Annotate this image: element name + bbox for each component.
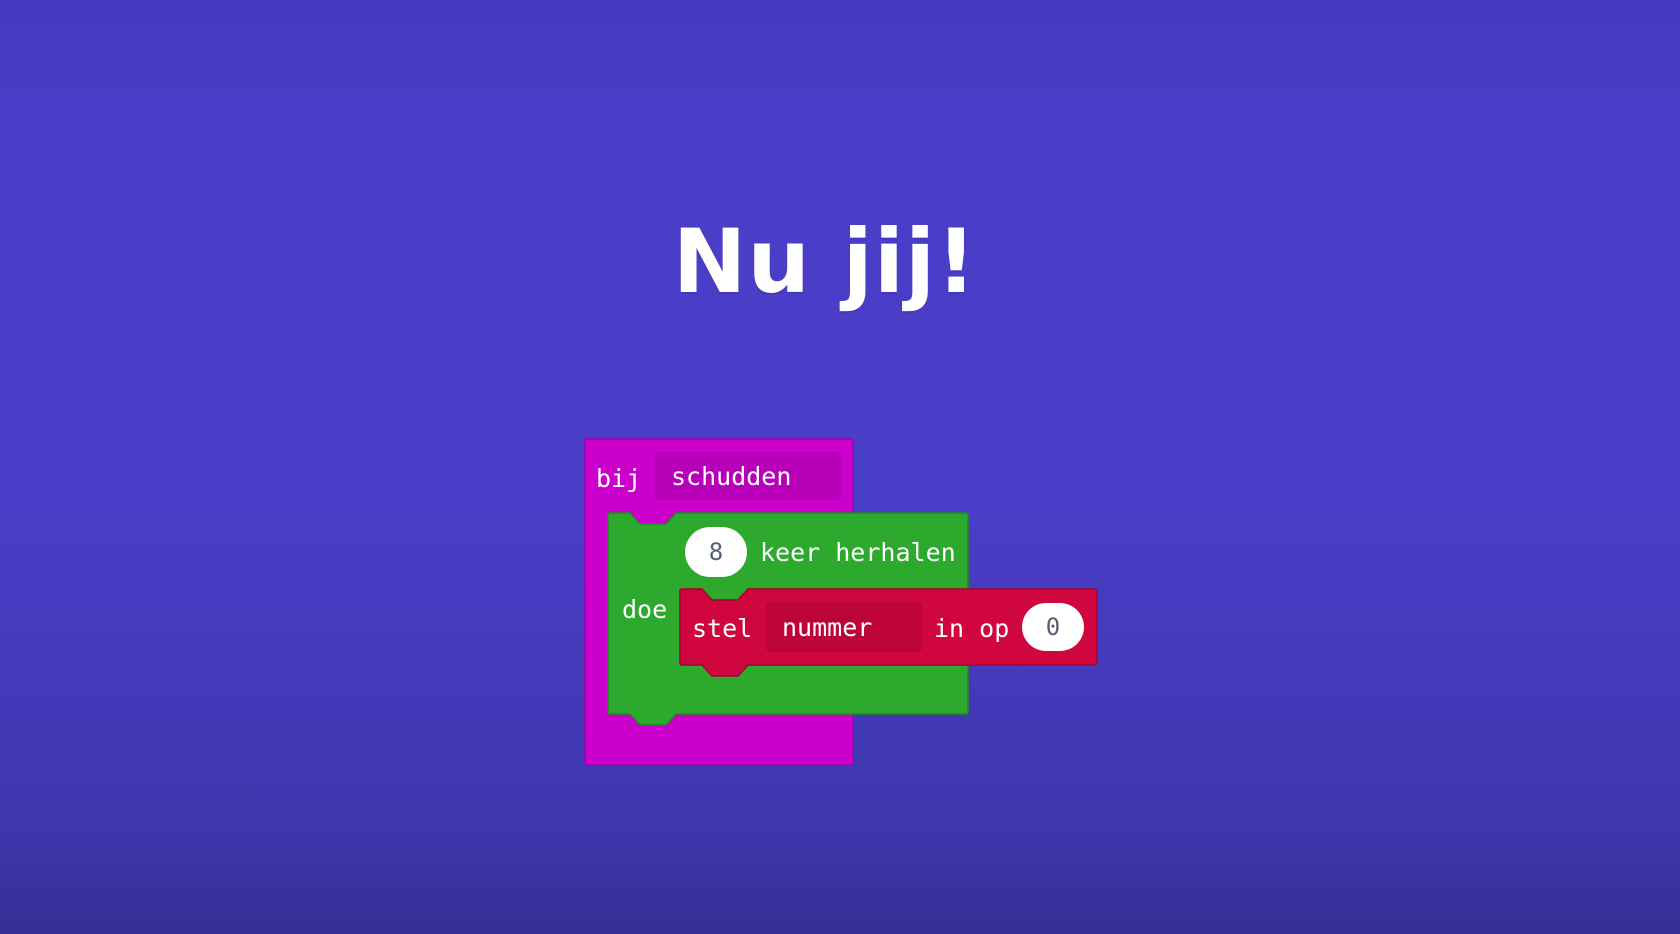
variable-dropdown[interactable]: nummer: [766, 602, 922, 652]
set-block-label: stel: [692, 614, 753, 643]
repeat-count-input[interactable]: 8: [685, 527, 747, 577]
event-do-label: doe: [622, 595, 668, 624]
repeat-block-label: keer herhalen: [760, 538, 956, 567]
slide-background: Nu jij! bij schudden doe 8 keer herhalen…: [0, 0, 1680, 934]
set-value-input[interactable]: 0: [1022, 603, 1084, 651]
event-block-label: bij: [596, 464, 642, 493]
event-dropdown[interactable]: schudden: [655, 452, 841, 500]
set-block-suffix: in op: [934, 614, 1010, 643]
